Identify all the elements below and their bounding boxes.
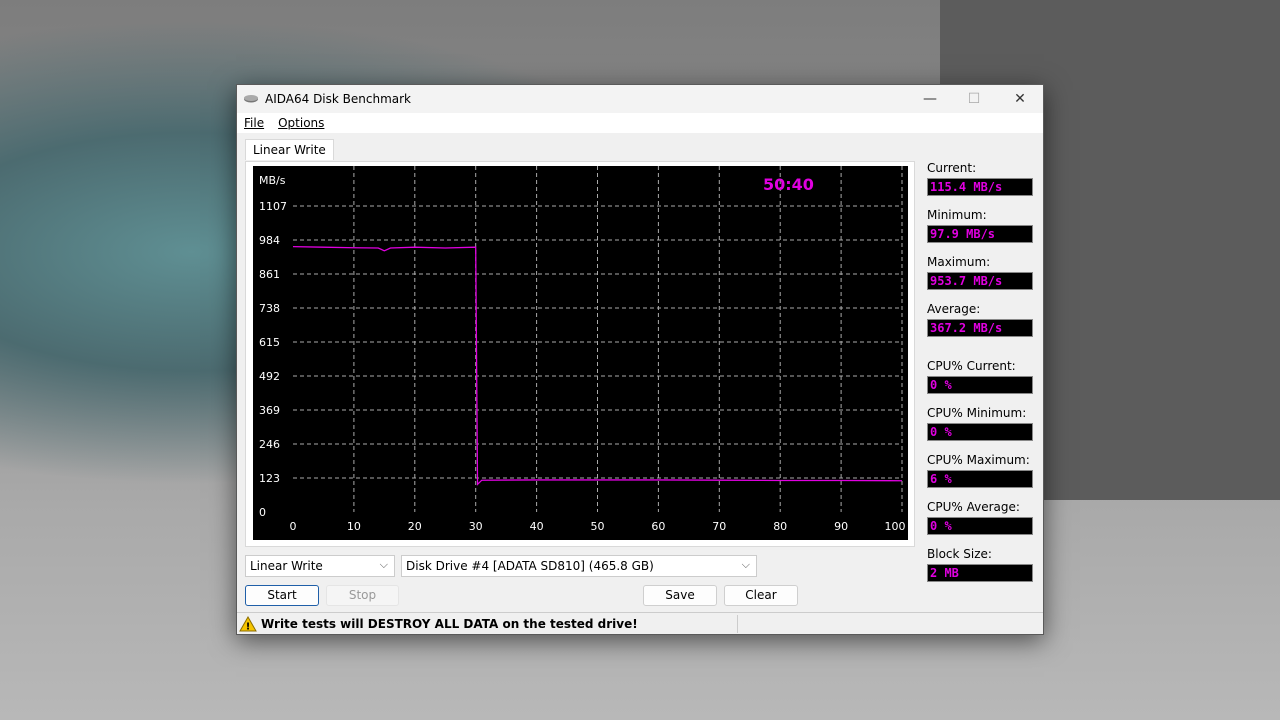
disk-app-icon <box>244 95 258 103</box>
warning-text: Write tests will DESTROY ALL DATA on the… <box>261 616 638 631</box>
chart-panel: 0 10 20 30 40 50 60 70 80 90 100 % 1107 984 861 738 615… <box>245 161 915 547</box>
chevron-down-icon: ⌵ <box>741 558 750 571</box>
y-tick-label: 984 <box>259 234 280 247</box>
stats-panel: Current: 115.4 MB/s Minimum: 97.9 MB/s Maxim… <box>927 161 1037 594</box>
drive-select[interactable]: Disk Drive #4 [ADATA SD810] (465.8 GB) ⌵ <box>401 555 757 577</box>
stat-label: CPU% Current: <box>927 359 1016 373</box>
x-tick-label: 30 <box>469 520 483 533</box>
x-tick-label: 60 <box>651 520 665 533</box>
status-bar: ! Write tests will DESTROY ALL DATA on t… <box>237 612 1043 634</box>
y-tick-label: 369 <box>259 404 280 417</box>
minimize-button[interactable]: — <box>907 85 953 113</box>
window-title: AIDA64 Disk Benchmark <box>265 92 412 106</box>
stat-value: 367.2 MB/s <box>927 319 1033 337</box>
stat-value: 97.9 MB/s <box>927 225 1033 243</box>
y-unit-label: MB/s <box>259 174 286 187</box>
menu-bar: File Options <box>237 113 1043 133</box>
stat-value: 0 % <box>927 423 1033 441</box>
x-tick-label: 70 <box>712 520 726 533</box>
test-type-value: Linear Write <box>250 559 323 573</box>
close-button[interactable]: ✕ <box>997 85 1043 113</box>
x-tick-label: 80 <box>773 520 787 533</box>
elapsed-timer: 50:40 <box>763 175 814 194</box>
stat-label: CPU% Minimum: <box>927 406 1027 420</box>
benchmark-chart: 0 10 20 30 40 50 60 70 80 90 100 % 1107 984 861 738 615… <box>253 166 908 540</box>
drive-value: Disk Drive #4 [ADATA SD810] (465.8 GB) <box>406 559 654 573</box>
y-tick-label: 861 <box>259 268 280 281</box>
menu-file[interactable]: File <box>244 116 264 130</box>
y-tick-label: 492 <box>259 370 280 383</box>
x-tick-label: 50 <box>591 520 605 533</box>
stat-label: Block Size: <box>927 547 992 561</box>
test-type-select[interactable]: Linear Write ⌵ <box>245 555 395 577</box>
status-divider <box>737 615 738 633</box>
x-tick-label: 10 <box>347 520 361 533</box>
stat-value: 0 % <box>927 376 1033 394</box>
chevron-down-icon: ⌵ <box>379 558 388 571</box>
stat-label: CPU% Average: <box>927 500 1020 514</box>
start-button[interactable]: Start <box>245 585 319 606</box>
menu-options[interactable]: Options <box>278 116 324 130</box>
title-bar: AIDA64 Disk Benchmark — ☐ ✕ <box>237 85 1043 113</box>
y-tick-label: 123 <box>259 472 280 485</box>
app-window: AIDA64 Disk Benchmark — ☐ ✕ File Options… <box>236 84 1044 635</box>
warning-icon: ! <box>239 615 257 632</box>
stat-label: Minimum: <box>927 208 987 222</box>
clear-button[interactable]: Clear <box>724 585 798 606</box>
svg-text:!: ! <box>246 621 251 632</box>
save-button[interactable]: Save <box>643 585 717 606</box>
y-tick-label: 615 <box>259 336 280 349</box>
tab-linear-write[interactable]: Linear Write <box>245 139 334 160</box>
stat-value: 6 % <box>927 470 1033 488</box>
x-tick-label: 100 % <box>885 520 908 533</box>
stat-value: 953.7 MB/s <box>927 272 1033 290</box>
stat-label: CPU% Maximum: <box>927 453 1030 467</box>
stop-button[interactable]: Stop <box>326 585 399 606</box>
x-tick-label: 40 <box>530 520 544 533</box>
x-tick-label: 90 <box>834 520 848 533</box>
x-tick-label: 20 <box>408 520 422 533</box>
stat-label: Current: <box>927 161 977 175</box>
maximize-button[interactable]: ☐ <box>951 85 997 113</box>
stat-label: Average: <box>927 302 981 316</box>
x-tick-label: 0 <box>290 520 297 533</box>
stat-label: Maximum: <box>927 255 991 269</box>
stat-value: 2 MB <box>927 564 1033 582</box>
y-tick-label: 738 <box>259 302 280 315</box>
y-tick-label: 246 <box>259 438 280 451</box>
stat-value: 115.4 MB/s <box>927 178 1033 196</box>
y-tick-label: 1107 <box>259 200 287 213</box>
stat-value: 0 % <box>927 517 1033 535</box>
y-tick-label: 0 <box>259 506 266 519</box>
